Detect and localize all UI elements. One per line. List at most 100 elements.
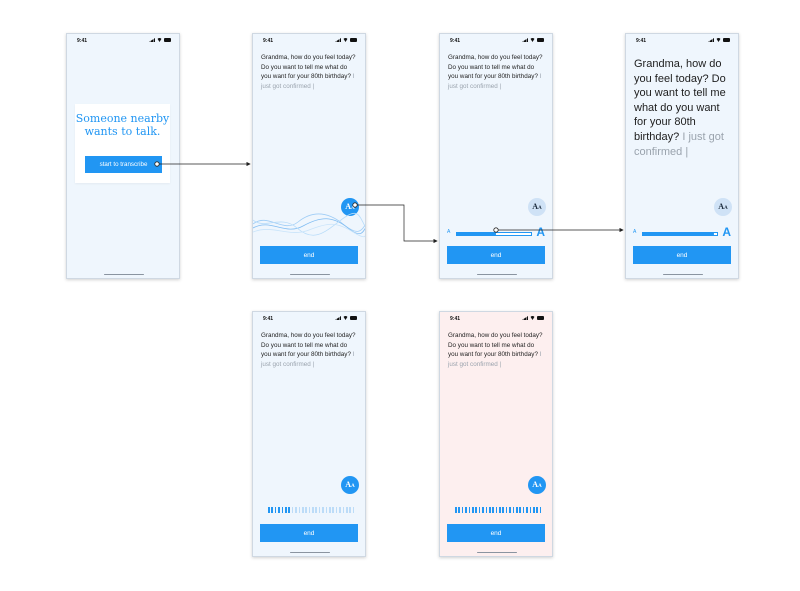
mic-level-bar xyxy=(478,507,481,513)
intro-title: Someone nearby wants to talk. xyxy=(75,112,170,138)
mic-level-bar xyxy=(529,507,532,513)
wifi-icon xyxy=(530,316,535,320)
mic-level-bar xyxy=(305,507,307,513)
status-time: 9:41 xyxy=(263,38,274,44)
battery-icon xyxy=(350,316,357,320)
text-size-icon: AA xyxy=(532,202,542,212)
status-icons xyxy=(335,38,357,42)
slider-track[interactable] xyxy=(642,231,718,236)
slider-thumb[interactable] xyxy=(492,231,496,236)
home-indicator xyxy=(290,551,330,553)
mic-level-bar xyxy=(295,507,297,513)
mic-level-bar xyxy=(458,507,460,513)
mic-level-bar xyxy=(492,507,494,513)
font-size-slider[interactable]: A A xyxy=(447,225,545,239)
status-bar: 9:41 xyxy=(75,37,171,45)
intro-card: Someone nearby wants to talk. start to t… xyxy=(75,104,170,183)
mic-level-bar xyxy=(332,507,335,513)
screen-intro: 9:41 Someone nearby wants to talk. start… xyxy=(66,33,180,279)
text-cursor: | xyxy=(499,360,502,368)
text-size-button[interactable]: AA xyxy=(341,476,359,494)
status-icons xyxy=(708,38,730,42)
cellular-signal-icon xyxy=(335,38,341,42)
mic-level-bar xyxy=(315,507,318,513)
mic-level-bar xyxy=(519,507,522,513)
end-button[interactable]: end xyxy=(260,524,358,542)
cellular-signal-icon xyxy=(335,316,341,320)
status-bar: 9:41 xyxy=(448,315,544,323)
wifi-icon xyxy=(343,316,348,320)
slider-fill xyxy=(643,233,712,235)
home-indicator xyxy=(663,273,703,275)
mic-level-bar xyxy=(488,507,491,513)
end-button[interactable]: end xyxy=(447,246,545,264)
screen-mic-level: 9:41 Grandma, how do you feel today? Do … xyxy=(252,311,366,557)
text-size-button[interactable]: AA xyxy=(528,198,546,216)
mic-level-bar xyxy=(312,507,314,513)
wifi-icon xyxy=(716,38,721,42)
start-transcribe-button[interactable]: start to transcribe xyxy=(85,156,162,173)
status-bar: 9:41 xyxy=(448,37,544,45)
status-icons xyxy=(522,38,544,42)
end-button[interactable]: end xyxy=(260,246,358,264)
transcript-text: Grandma, how do you feel today? Do you w… xyxy=(261,53,357,91)
mic-level-bar xyxy=(278,507,280,513)
text-size-icon: AA xyxy=(718,202,728,212)
mic-level-bar xyxy=(536,507,538,513)
screen-font-slider: 9:41 Grandma, how do you feel today? Do … xyxy=(439,33,553,279)
mic-level-bar xyxy=(512,507,515,513)
mic-level-meter xyxy=(455,507,542,513)
text-size-icon: AA xyxy=(345,480,355,490)
transcript-text: Grandma, how do you feel today? Do you w… xyxy=(261,331,357,369)
text-size-button[interactable]: AA xyxy=(528,476,546,494)
slider-large-a-label: A xyxy=(722,225,731,239)
mic-level-bar xyxy=(526,507,528,513)
mic-level-bar xyxy=(349,507,351,513)
battery-icon xyxy=(164,38,171,42)
font-size-slider[interactable]: A A xyxy=(633,225,731,239)
slider-thumb[interactable] xyxy=(709,231,714,236)
end-button[interactable]: end xyxy=(633,246,731,264)
transcript-text: Grandma, how do you feel today? Do you w… xyxy=(634,57,730,159)
status-time: 9:41 xyxy=(77,38,88,44)
mic-level-bar xyxy=(301,507,304,513)
status-icons xyxy=(522,316,544,320)
mic-level-bar xyxy=(335,507,338,513)
mic-level-bar xyxy=(461,507,464,513)
mic-level-bar xyxy=(325,507,328,513)
mic-level-bar xyxy=(471,507,474,513)
mic-level-meter xyxy=(268,507,355,513)
screen-large-text: 9:41 Grandma, how do you feel today? Do … xyxy=(625,33,739,279)
battery-icon xyxy=(537,38,544,42)
transcript-text: Grandma, how do you feel today? Do you w… xyxy=(448,331,544,369)
status-time: 9:41 xyxy=(450,316,461,322)
mic-level-bar xyxy=(505,507,508,513)
transcript-final: Grandma, how do you feel today? Do you w… xyxy=(448,332,543,359)
transcript-final: Grandma, how do you feel today? Do you w… xyxy=(261,54,356,81)
mic-level-bar xyxy=(274,507,277,513)
wifi-icon xyxy=(157,38,162,42)
status-time: 9:41 xyxy=(263,316,274,322)
mic-level-bar xyxy=(268,507,270,513)
mic-level-bar xyxy=(465,507,467,513)
mic-level-bar xyxy=(495,507,498,513)
mic-level-bar xyxy=(482,507,484,513)
text-size-button[interactable]: AA xyxy=(714,198,732,216)
mic-level-bar xyxy=(281,507,284,513)
cellular-signal-icon xyxy=(522,316,528,320)
mic-level-bar xyxy=(318,507,321,513)
mic-level-bar xyxy=(284,507,287,513)
mic-level-bar xyxy=(468,507,471,513)
mic-level-bar xyxy=(291,507,294,513)
wifi-icon xyxy=(343,38,348,42)
text-cursor: | xyxy=(499,82,502,90)
cellular-signal-icon xyxy=(149,38,155,42)
status-icons xyxy=(149,38,171,42)
slider-track[interactable] xyxy=(456,231,532,236)
end-button[interactable]: end xyxy=(447,524,545,542)
mic-level-bar xyxy=(352,507,355,513)
home-indicator xyxy=(477,273,517,275)
battery-icon xyxy=(350,38,357,42)
screen-mic-loud: 9:41 Grandma, how do you feel today? Do … xyxy=(439,311,553,557)
mic-level-bar xyxy=(455,507,457,513)
